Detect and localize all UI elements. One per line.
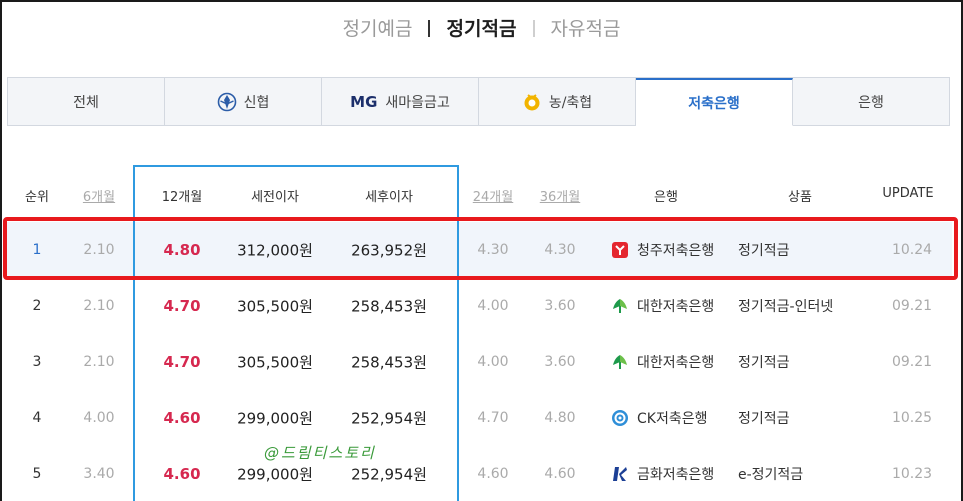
table-row[interactable]: 1 2.10 4.80 312,000원 263,952원 4.30 4.30 … [6, 222, 952, 278]
bank-tab-saemaeul[interactable]: MG 새마을금고 [322, 78, 479, 125]
watermark: @드림티스토리 [264, 444, 376, 462]
update-date: 10.25 [891, 410, 933, 426]
bank-name-label: 대한저축은행 [637, 355, 715, 371]
bank-name-label: CK저축은행 [637, 411, 708, 427]
post-tax-interest: 252,954원 [351, 409, 427, 428]
post-tax-interest: 258,453원 [351, 353, 427, 372]
header-24-month[interactable]: 24개월 [473, 186, 513, 205]
product-name[interactable]: 정기적금 [738, 352, 790, 372]
update-date: 10.24 [891, 242, 933, 258]
bank-name[interactable]: CK저축은행 [611, 408, 707, 428]
header-6-month[interactable]: 6개월 [83, 186, 115, 205]
pre-tax-interest: 312,000원 [237, 241, 313, 260]
post-tax-interest: 263,952원 [351, 241, 427, 260]
header-12-month[interactable]: 12개월 [162, 186, 202, 205]
header-bank: 은행 [654, 190, 678, 205]
daehan-bank-icon [611, 297, 629, 315]
rate-12-month: 4.80 [163, 241, 201, 259]
bank-tab-label: 새마을금고 [385, 94, 450, 111]
header-post-tax-interest: 세후이자 [365, 190, 413, 205]
rate-6-month: 4.00 [83, 410, 115, 426]
rate-6-month: 2.10 [83, 242, 115, 258]
update-date: 10.23 [891, 466, 933, 482]
bank-type-tabs: 전체 신협 MG 새마을금고 농/축협 저축은행 은행 [7, 77, 950, 126]
bank-tab-label: 농/축협 [548, 94, 593, 111]
bank-tab-label: 신협 [243, 94, 270, 111]
rate-12-month: 4.70 [163, 297, 201, 315]
bank-name[interactable]: 금화저축은행 [611, 464, 714, 484]
header-product: 상품 [788, 190, 812, 205]
rank-cell: 5 [32, 466, 42, 482]
product-name[interactable]: 정기적금-인터넷 [738, 296, 833, 316]
bank-tab-bank[interactable]: 은행 [793, 78, 949, 125]
header-36-month[interactable]: 36개월 [540, 186, 580, 205]
rate-24-month: 4.70 [477, 410, 509, 426]
mg-logo-icon: MG [350, 92, 378, 111]
rate-24-month: 4.60 [477, 466, 509, 482]
bank-name[interactable]: 대한저축은행 [611, 352, 714, 372]
rank-cell: 2 [32, 298, 42, 314]
rate-6-month: 3.40 [83, 466, 115, 482]
post-tax-interest: 252,954원 [351, 465, 427, 484]
bank-name[interactable]: 대한저축은행 [611, 296, 714, 316]
post-tax-interest: 258,453원 [351, 297, 427, 316]
table-row[interactable]: 3 2.10 4.70 305,500원 258,453원 4.00 3.60 … [6, 334, 952, 390]
tab-installment-savings[interactable]: 정기적금 [437, 14, 527, 41]
rate-36-month: 3.60 [544, 298, 576, 314]
rate-24-month: 4.00 [477, 298, 509, 314]
pre-tax-interest: 299,000원 [237, 465, 313, 484]
rate-12-month: 4.70 [163, 353, 201, 371]
bank-name-label: 대한저축은행 [637, 299, 715, 315]
bank-tab-all[interactable]: 전체 [8, 78, 165, 125]
bank-name-label: 청주저축은행 [637, 243, 715, 259]
rank-cell: 3 [32, 354, 42, 370]
rate-24-month: 4.30 [477, 242, 509, 258]
product-name[interactable]: 정기적금 [738, 408, 790, 428]
tab-divider [428, 20, 431, 37]
rate-36-month: 4.60 [544, 466, 576, 482]
shinhyup-logo-icon [217, 92, 237, 112]
table-row[interactable]: 2 2.10 4.70 305,500원 258,453원 4.00 3.60 … [6, 278, 952, 334]
category-tabs: 정기예금 정기적금 자유적금 [0, 14, 963, 41]
update-date: 09.21 [891, 354, 933, 370]
update-date: 09.21 [891, 298, 933, 314]
rate-36-month: 4.30 [544, 242, 576, 258]
bank-name-label: 금화저축은행 [637, 467, 715, 483]
product-name[interactable]: 정기적금 [738, 240, 790, 260]
rate-6-month: 2.10 [83, 298, 115, 314]
rate-24-month: 4.00 [477, 354, 509, 370]
tab-time-deposit[interactable]: 정기예금 [333, 14, 423, 41]
bank-tab-shinhyup[interactable]: 신협 [165, 78, 322, 125]
table-row[interactable]: 4 4.00 4.60 299,000원 252,954원 4.70 4.80 … [6, 390, 952, 446]
cheongju-bank-icon [611, 241, 629, 259]
header-pre-tax-interest: 세전이자 [251, 190, 299, 205]
rate-12-month: 4.60 [163, 409, 201, 427]
header-rank: 순위 [25, 190, 49, 205]
ck-bank-icon [611, 409, 629, 427]
bank-tab-label: 전체 [73, 94, 99, 111]
rank-cell: 1 [32, 242, 42, 258]
rate-36-month: 4.80 [544, 410, 576, 426]
pre-tax-interest: 299,000원 [237, 409, 313, 428]
product-name[interactable]: e-정기적금 [738, 464, 803, 484]
rank-cell: 4 [32, 410, 42, 426]
pre-tax-interest: 305,500원 [237, 353, 313, 372]
tab-free-savings[interactable]: 자유적금 [541, 14, 631, 41]
nonghyup-logo-icon [522, 92, 542, 112]
tab-divider [532, 20, 535, 37]
geumhwa-bank-icon [611, 465, 629, 483]
rate-36-month: 3.60 [544, 354, 576, 370]
bank-tab-label: 은행 [858, 94, 884, 111]
bank-name[interactable]: 청주저축은행 [611, 240, 714, 260]
pre-tax-interest: 305,500원 [237, 297, 313, 316]
daehan-bank-icon [611, 353, 629, 371]
header-update: UPDATE [882, 186, 934, 201]
bank-tab-savings-bank[interactable]: 저축은행 [636, 78, 793, 126]
rate-12-month: 4.60 [163, 465, 201, 483]
table-row[interactable]: 5 3.40 4.60 299,000원 252,954원 4.60 4.60 … [6, 446, 952, 501]
rate-6-month: 2.10 [83, 354, 115, 370]
bank-tab-nonghyup[interactable]: 농/축협 [479, 78, 636, 125]
bank-tab-label: 저축은행 [688, 95, 740, 112]
